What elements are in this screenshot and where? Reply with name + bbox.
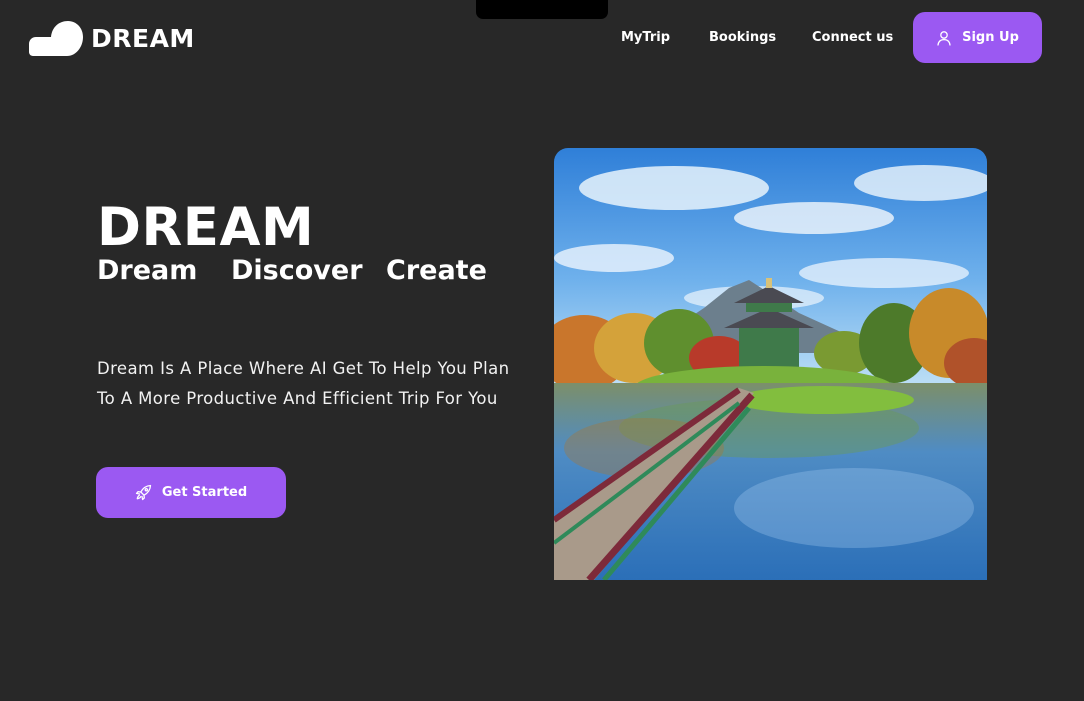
- get-started-button[interactable]: Get Started: [96, 467, 286, 518]
- sign-up-label: Sign Up: [962, 30, 1019, 45]
- rocket-icon: [135, 484, 151, 501]
- nav-link-mytrip[interactable]: MyTrip: [621, 30, 670, 45]
- tagline-word-create: Create: [386, 255, 487, 286]
- nav-link-bookings[interactable]: Bookings: [709, 30, 776, 45]
- hero-description: Dream Is A Place Where AI Get To Help Yo…: [97, 359, 510, 408]
- hero-image: [554, 148, 987, 580]
- camera-notch: [476, 0, 608, 19]
- hero-title: DREAM: [97, 197, 315, 258]
- logo[interactable]: DREAM: [29, 20, 195, 56]
- get-started-label: Get Started: [161, 485, 248, 500]
- tagline-word-dream: Dream: [97, 255, 198, 286]
- landscape-illustration: [554, 148, 987, 580]
- nav-link-connect-us[interactable]: Connect us: [812, 30, 893, 45]
- sign-up-button[interactable]: Sign Up: [913, 12, 1042, 63]
- cloud-icon: [29, 21, 83, 56]
- logo-text: DREAM: [91, 23, 195, 53]
- landing-page: DREAM MyTrip Bookings Connect us Sign Up…: [0, 0, 1084, 701]
- user-icon: [937, 30, 951, 46]
- tagline-word-discover: Discover: [231, 255, 363, 286]
